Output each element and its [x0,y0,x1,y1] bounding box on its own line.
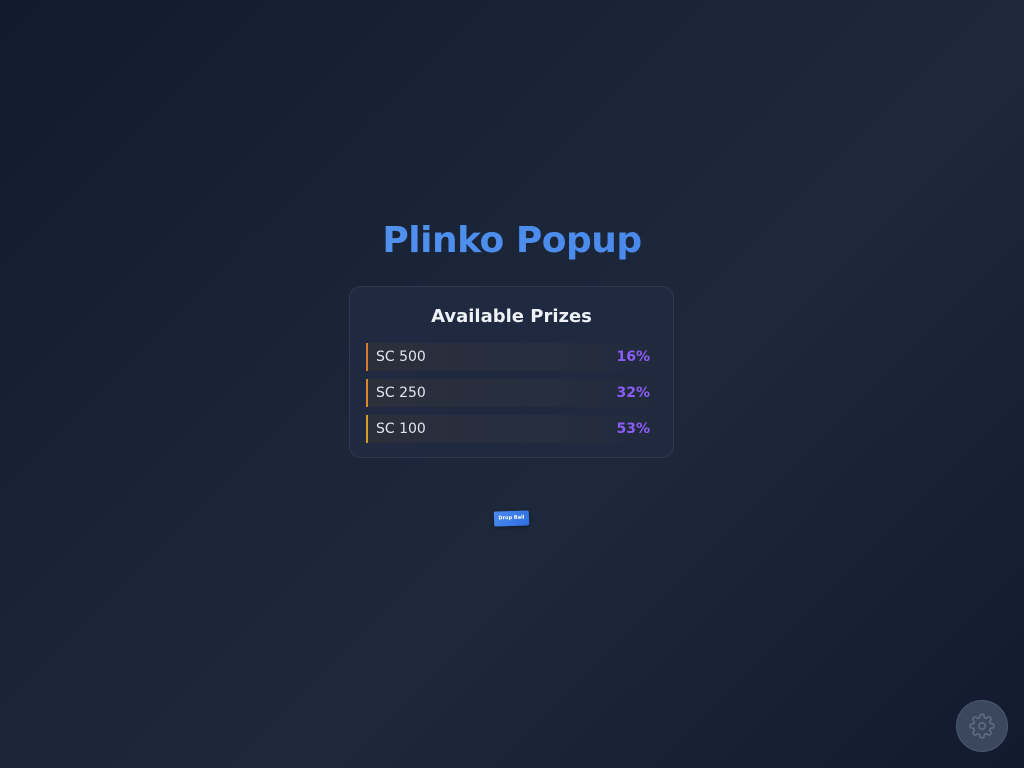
settings-button[interactable] [956,700,1008,752]
prize-panel-title: Available Prizes [431,306,592,327]
prize-accent-bar [366,415,368,443]
prize-percent: 16% [616,349,650,365]
prize-accent-bar [366,379,368,407]
prize-item: SC 500 16% [366,343,658,371]
drop-ball-button[interactable]: Drop Ball [493,510,530,527]
prize-name: SC 100 [376,421,426,437]
prize-name: SC 250 [376,385,426,401]
page-title: Plinko Popup [0,218,1024,264]
prize-item: SC 100 53% [366,415,658,443]
prize-accent-bar [366,343,368,371]
prize-list: SC 500 16% SC 250 32% SC 100 53% [366,343,658,451]
prize-percent: 53% [616,421,650,437]
prize-item: SC 250 32% [366,379,658,407]
prize-panel: Available Prizes SC 500 16% SC 250 32% S… [349,286,674,458]
prize-percent: 32% [616,385,650,401]
gear-icon [969,713,995,739]
prize-name: SC 500 [376,349,426,365]
